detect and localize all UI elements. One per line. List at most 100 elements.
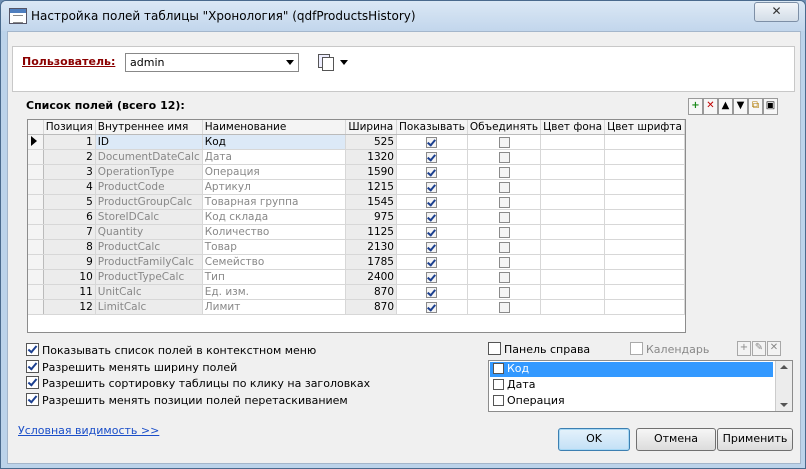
cell-background-color[interactable] [540,209,606,225]
cell-internal-name[interactable]: StoreIDCalc [95,209,203,225]
cell-position[interactable]: 3 [43,164,96,180]
cell-font-color[interactable] [604,164,685,180]
table-row[interactable]: 4 ProductCode Артикул 1215 [28,179,685,195]
show-checkbox[interactable] [426,271,438,283]
table-row[interactable]: 11 UnitCalc Ед. изм. 870 [28,284,685,300]
cell-title[interactable]: Ед. изм. [202,284,347,300]
table-row[interactable]: 2 DocumentDateCalc Дата 1320 [28,149,685,165]
cell-width[interactable]: 1215 [345,179,397,195]
cell-show[interactable] [396,239,468,255]
merge-checkbox[interactable] [498,271,510,283]
cell-font-color[interactable] [604,239,685,255]
calendar-option[interactable]: Календарь [630,342,709,356]
cell-background-color[interactable] [540,224,606,240]
table-row[interactable]: 3 OperationType Операция 1590 [28,164,685,180]
cell-show[interactable] [396,179,468,195]
merge-checkbox[interactable] [498,226,510,238]
cell-background-color[interactable] [540,269,606,285]
cell-position[interactable]: 4 [43,179,96,195]
merge-checkbox[interactable] [498,181,510,193]
cell-font-color[interactable] [604,284,685,300]
cell-show[interactable] [396,164,468,180]
list-item-checkbox[interactable] [493,363,504,374]
option-allow-sort-by-header[interactable]: Разрешить сортировку таблицы по клику на… [26,376,370,390]
cell-font-color[interactable] [604,224,685,240]
merge-checkbox[interactable] [498,151,510,163]
cell-background-color[interactable] [540,194,606,210]
chevron-down-icon[interactable] [282,55,297,70]
cell-title[interactable]: Товарная группа [202,194,347,210]
cell-width[interactable]: 870 [345,299,397,315]
cell-width[interactable]: 2130 [345,239,397,255]
cell-internal-name[interactable]: ProductGroupCalc [95,194,203,210]
cell-background-color[interactable] [540,284,606,300]
cell-internal-name[interactable]: ID [95,134,203,150]
column-header-position[interactable]: Позиция [43,120,96,135]
right-panel-checkbox[interactable] [488,342,501,355]
cell-internal-name[interactable]: ProductCalc [95,239,203,255]
cell-title[interactable]: Дата [202,149,347,165]
cell-internal-name[interactable]: LimitCalc [95,299,203,315]
cell-show[interactable] [396,149,468,165]
cell-width[interactable]: 1545 [345,194,397,210]
cell-merge[interactable] [467,299,542,315]
table-row[interactable]: 1 ID Код 525 [28,134,685,150]
cell-merge[interactable] [467,149,542,165]
save-icon[interactable]: ▣ [763,98,778,115]
list-item[interactable]: Код [490,362,773,377]
cell-font-color[interactable] [604,209,685,225]
cell-title[interactable]: Товар [202,239,347,255]
cell-merge[interactable] [467,194,542,210]
cell-title[interactable]: Код [202,134,347,150]
show-checkbox[interactable] [426,181,438,193]
cancel-button[interactable]: Отмена [636,428,716,451]
apply-button[interactable]: Применить [717,428,793,451]
cell-font-color[interactable] [604,179,685,195]
add-field-icon[interactable]: + [688,98,703,115]
cell-internal-name[interactable]: ProductTypeCalc [95,269,203,285]
cell-internal-name[interactable]: Quantity [95,224,203,240]
cell-background-color[interactable] [540,149,606,165]
cell-position[interactable]: 9 [43,254,96,270]
column-header-font-color[interactable]: Цвет шрифта [604,120,685,135]
cell-title[interactable]: Количество [202,224,347,240]
column-header-show[interactable]: Показывать [396,120,468,135]
cell-merge[interactable] [467,134,542,150]
cell-title[interactable]: Операция [202,164,347,180]
option-allow-drag-reorder[interactable]: Разрешить менять позиции полей перетаски… [26,393,348,407]
cell-font-color[interactable] [604,194,685,210]
cell-width[interactable]: 1125 [345,224,397,240]
cell-font-color[interactable] [604,149,685,165]
column-header-background-color[interactable]: Цвет фона [540,120,606,135]
cell-width[interactable]: 1785 [345,254,397,270]
column-header-title[interactable]: Наименование [202,120,347,135]
show-checkbox[interactable] [426,241,438,253]
cell-internal-name[interactable]: DocumentDateCalc [95,149,203,165]
cell-merge[interactable] [467,209,542,225]
user-label[interactable]: Пользователь: [22,55,115,68]
cell-width[interactable]: 2400 [345,269,397,285]
scroll-down-icon[interactable] [780,403,788,407]
close-button[interactable]: ✕ [754,2,799,22]
cell-internal-name[interactable]: OperationType [95,164,203,180]
cell-show[interactable] [396,254,468,270]
cell-show[interactable] [396,224,468,240]
list-item-checkbox[interactable] [493,395,504,406]
cell-font-color[interactable] [604,134,685,150]
cell-position[interactable]: 7 [43,224,96,240]
cell-show[interactable] [396,209,468,225]
merge-checkbox[interactable] [498,256,510,268]
show-checkbox[interactable] [426,196,438,208]
cell-font-color[interactable] [604,269,685,285]
scroll-up-icon[interactable] [780,365,788,369]
show-checkbox[interactable] [426,301,438,313]
merge-checkbox[interactable] [498,241,510,253]
show-checkbox[interactable] [426,151,438,163]
cell-merge[interactable] [467,269,542,285]
option-show-fields-in-context-menu[interactable]: Показывать список полей в контекстном ме… [26,343,316,357]
cell-merge[interactable] [467,224,542,240]
table-row[interactable]: 8 ProductCalc Товар 2130 [28,239,685,255]
cell-position[interactable]: 5 [43,194,96,210]
table-row[interactable]: 5 ProductGroupCalc Товарная группа 1545 [28,194,685,210]
context-menu-checkbox[interactable] [26,343,39,356]
